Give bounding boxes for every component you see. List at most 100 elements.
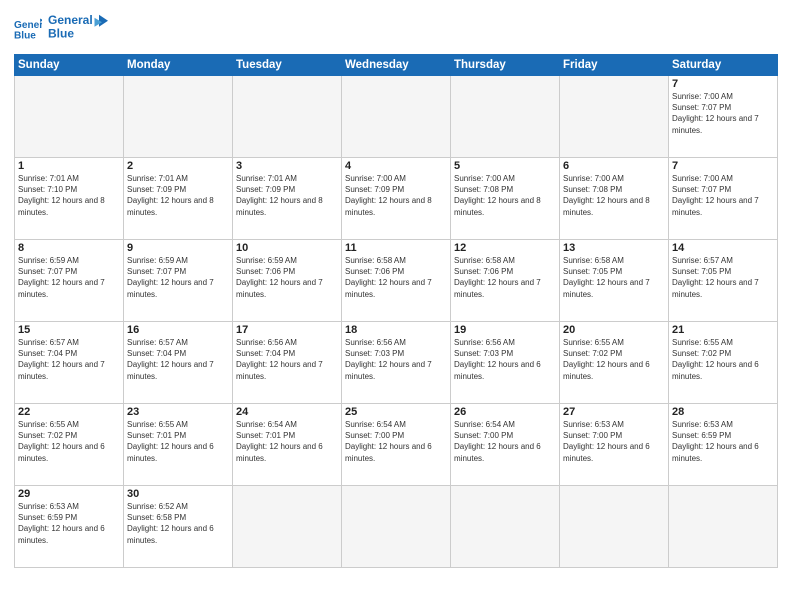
day-number: 13: [563, 242, 665, 254]
day-number: 24: [236, 406, 338, 418]
day-number: 28: [672, 406, 774, 418]
calendar-cell: 20Sunrise: 6:55 AMSunset: 7:02 PMDayligh…: [560, 322, 669, 404]
calendar-page: General Blue General Blue SundayMondayTu…: [0, 0, 792, 612]
calendar-cell: [560, 486, 669, 568]
day-info: Sunrise: 6:58 AMSunset: 7:06 PMDaylight:…: [454, 255, 556, 300]
column-header-friday: Friday: [560, 55, 669, 76]
day-info: Sunrise: 6:54 AMSunset: 7:01 PMDaylight:…: [236, 419, 338, 464]
calendar-cell: 22Sunrise: 6:55 AMSunset: 7:02 PMDayligh…: [15, 404, 124, 486]
calendar-cell: [451, 486, 560, 568]
day-number: 7: [672, 160, 774, 172]
calendar-cell: 26Sunrise: 6:54 AMSunset: 7:00 PMDayligh…: [451, 404, 560, 486]
day-number: 26: [454, 406, 556, 418]
day-number: 8: [18, 242, 120, 254]
day-number: 10: [236, 242, 338, 254]
day-number: 14: [672, 242, 774, 254]
calendar-week-row: 15Sunrise: 6:57 AMSunset: 7:04 PMDayligh…: [15, 322, 778, 404]
calendar-cell: 12Sunrise: 6:58 AMSunset: 7:06 PMDayligh…: [451, 240, 560, 322]
calendar-cell: 9Sunrise: 6:59 AMSunset: 7:07 PMDaylight…: [124, 240, 233, 322]
calendar-cell: 13Sunrise: 6:58 AMSunset: 7:05 PMDayligh…: [560, 240, 669, 322]
day-number: 20: [563, 324, 665, 336]
day-info: Sunrise: 6:56 AMSunset: 7:03 PMDaylight:…: [454, 337, 556, 382]
day-info: Sunrise: 7:01 AMSunset: 7:09 PMDaylight:…: [236, 173, 338, 218]
calendar-week-row: 7Sunrise: 7:00 AMSunset: 7:07 PMDaylight…: [15, 76, 778, 158]
logo-bird-icon: General Blue: [48, 10, 108, 48]
day-number: 19: [454, 324, 556, 336]
column-header-thursday: Thursday: [451, 55, 560, 76]
day-number: 12: [454, 242, 556, 254]
day-number: 22: [18, 406, 120, 418]
day-info: Sunrise: 6:59 AMSunset: 7:06 PMDaylight:…: [236, 255, 338, 300]
calendar-cell: 14Sunrise: 6:57 AMSunset: 7:05 PMDayligh…: [669, 240, 778, 322]
calendar-cell: [342, 76, 451, 158]
calendar-cell: 1Sunrise: 7:01 AMSunset: 7:10 PMDaylight…: [15, 158, 124, 240]
day-number: 21: [672, 324, 774, 336]
calendar-cell: 24Sunrise: 6:54 AMSunset: 7:01 PMDayligh…: [233, 404, 342, 486]
column-header-wednesday: Wednesday: [342, 55, 451, 76]
day-info: Sunrise: 6:56 AMSunset: 7:03 PMDaylight:…: [345, 337, 447, 382]
calendar-cell: 18Sunrise: 6:56 AMSunset: 7:03 PMDayligh…: [342, 322, 451, 404]
day-number: 2: [127, 160, 229, 172]
day-info: Sunrise: 6:58 AMSunset: 7:05 PMDaylight:…: [563, 255, 665, 300]
day-number: 30: [127, 488, 229, 500]
calendar-cell: 15Sunrise: 6:57 AMSunset: 7:04 PMDayligh…: [15, 322, 124, 404]
page-header: General Blue General Blue: [14, 10, 778, 48]
calendar-cell: [669, 486, 778, 568]
calendar-cell: 4Sunrise: 7:00 AMSunset: 7:09 PMDaylight…: [342, 158, 451, 240]
day-number: 27: [563, 406, 665, 418]
day-info: Sunrise: 6:54 AMSunset: 7:00 PMDaylight:…: [454, 419, 556, 464]
day-info: Sunrise: 6:55 AMSunset: 7:02 PMDaylight:…: [672, 337, 774, 382]
calendar-cell: [233, 486, 342, 568]
calendar-cell: 17Sunrise: 6:56 AMSunset: 7:04 PMDayligh…: [233, 322, 342, 404]
day-info: Sunrise: 7:01 AMSunset: 7:09 PMDaylight:…: [127, 173, 229, 218]
calendar-cell: 19Sunrise: 6:56 AMSunset: 7:03 PMDayligh…: [451, 322, 560, 404]
day-info: Sunrise: 6:57 AMSunset: 7:05 PMDaylight:…: [672, 255, 774, 300]
day-number: 5: [454, 160, 556, 172]
day-number: 18: [345, 324, 447, 336]
day-info: Sunrise: 6:55 AMSunset: 7:02 PMDaylight:…: [563, 337, 665, 382]
calendar-cell: [342, 486, 451, 568]
day-info: Sunrise: 7:00 AMSunset: 7:09 PMDaylight:…: [345, 173, 447, 218]
day-info: Sunrise: 6:55 AMSunset: 7:01 PMDaylight:…: [127, 419, 229, 464]
calendar-cell: 5Sunrise: 7:00 AMSunset: 7:08 PMDaylight…: [451, 158, 560, 240]
day-info: Sunrise: 6:53 AMSunset: 7:00 PMDaylight:…: [563, 419, 665, 464]
day-info: Sunrise: 7:00 AMSunset: 7:07 PMDaylight:…: [672, 91, 774, 136]
column-header-monday: Monday: [124, 55, 233, 76]
calendar-cell: 10Sunrise: 6:59 AMSunset: 7:06 PMDayligh…: [233, 240, 342, 322]
day-info: Sunrise: 7:00 AMSunset: 7:08 PMDaylight:…: [454, 173, 556, 218]
calendar-cell: [233, 76, 342, 158]
column-header-saturday: Saturday: [669, 55, 778, 76]
column-header-tuesday: Tuesday: [233, 55, 342, 76]
logo: General Blue General Blue: [14, 10, 108, 48]
calendar-cell: 21Sunrise: 6:55 AMSunset: 7:02 PMDayligh…: [669, 322, 778, 404]
day-number: 16: [127, 324, 229, 336]
day-number: 4: [345, 160, 447, 172]
day-number: 29: [18, 488, 120, 500]
calendar-cell: 28Sunrise: 6:53 AMSunset: 6:59 PMDayligh…: [669, 404, 778, 486]
calendar-cell: 27Sunrise: 6:53 AMSunset: 7:00 PMDayligh…: [560, 404, 669, 486]
svg-text:General: General: [48, 13, 93, 27]
svg-text:Blue: Blue: [48, 26, 74, 40]
calendar-week-row: 22Sunrise: 6:55 AMSunset: 7:02 PMDayligh…: [15, 404, 778, 486]
day-info: Sunrise: 7:01 AMSunset: 7:10 PMDaylight:…: [18, 173, 120, 218]
day-number: 23: [127, 406, 229, 418]
day-info: Sunrise: 6:56 AMSunset: 7:04 PMDaylight:…: [236, 337, 338, 382]
calendar-week-row: 1Sunrise: 7:01 AMSunset: 7:10 PMDaylight…: [15, 158, 778, 240]
calendar-cell: [451, 76, 560, 158]
day-info: Sunrise: 7:00 AMSunset: 7:08 PMDaylight:…: [563, 173, 665, 218]
day-number: 17: [236, 324, 338, 336]
logo-icon: General Blue: [14, 18, 42, 40]
day-info: Sunrise: 7:00 AMSunset: 7:07 PMDaylight:…: [672, 173, 774, 218]
calendar-cell: 8Sunrise: 6:59 AMSunset: 7:07 PMDaylight…: [15, 240, 124, 322]
calendar-cell: 29Sunrise: 6:53 AMSunset: 6:59 PMDayligh…: [15, 486, 124, 568]
calendar-cell: [15, 76, 124, 158]
calendar-week-row: 29Sunrise: 6:53 AMSunset: 6:59 PMDayligh…: [15, 486, 778, 568]
day-info: Sunrise: 6:59 AMSunset: 7:07 PMDaylight:…: [18, 255, 120, 300]
day-info: Sunrise: 6:58 AMSunset: 7:06 PMDaylight:…: [345, 255, 447, 300]
svg-text:Blue: Blue: [14, 30, 36, 40]
day-info: Sunrise: 6:59 AMSunset: 7:07 PMDaylight:…: [127, 255, 229, 300]
day-info: Sunrise: 6:55 AMSunset: 7:02 PMDaylight:…: [18, 419, 120, 464]
calendar-week-row: 8Sunrise: 6:59 AMSunset: 7:07 PMDaylight…: [15, 240, 778, 322]
day-number: 7: [672, 78, 774, 90]
calendar-cell: 7Sunrise: 7:00 AMSunset: 7:07 PMDaylight…: [669, 76, 778, 158]
